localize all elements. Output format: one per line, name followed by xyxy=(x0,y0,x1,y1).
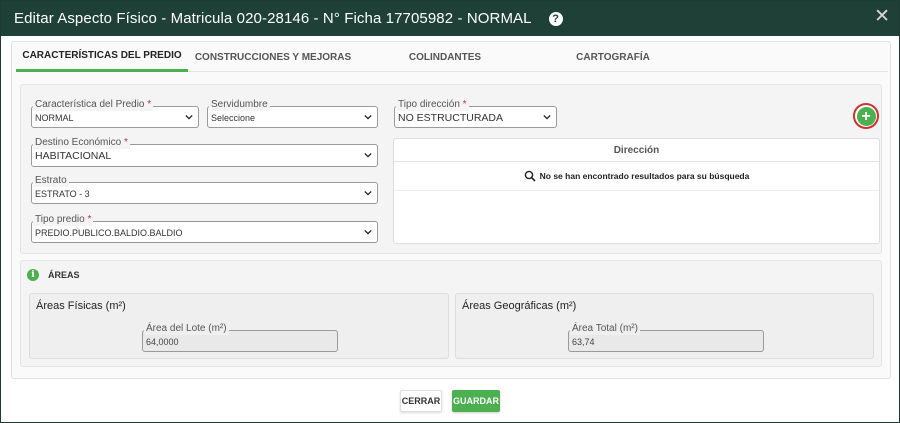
required-mark: * xyxy=(87,214,92,225)
chevron-down-icon xyxy=(543,114,551,120)
tipo-predio-label: Tipo predio xyxy=(35,214,85,225)
dialog-content: CARACTERÍSTICAS DEL PREDIO CONSTRUCCIONE… xyxy=(11,41,891,379)
area-lote-field[interactable]: 64,0000 Área del Lote (m²) xyxy=(142,323,338,352)
estrato-value: ESTRATO - 3 xyxy=(35,189,90,199)
chevron-down-icon xyxy=(364,190,372,196)
help-icon[interactable]: ? xyxy=(548,11,563,26)
servidumbre-select[interactable]: Seleccione Servidumbre xyxy=(207,99,378,128)
tab-colindantes[interactable]: COLINDANTES xyxy=(358,42,532,72)
tipo-predio-select[interactable]: PREDIO.PUBLICO.BALDIO.BALDIO Tipo predio… xyxy=(31,214,378,243)
tipo-direccion-value: NO ESTRUCTURADA xyxy=(398,112,504,124)
caracteristica-label: Característica del Predio xyxy=(35,99,145,110)
tab-cartografia[interactable]: CARTOGRAFÍA xyxy=(532,42,694,72)
chevron-down-icon xyxy=(364,229,372,235)
chevron-down-icon xyxy=(364,114,372,120)
areas-title: ÁREAS xyxy=(48,270,80,280)
caracteristicas-panel: NORMAL Característica del Predio * Selec… xyxy=(20,84,882,254)
area-total-value: 63,74 xyxy=(572,337,595,347)
area-total-field[interactable]: 63,74 Área Total (m²) xyxy=(568,323,764,352)
areas-geograficas-card: Áreas Geográficas (m²) 63,74 Área Total … xyxy=(455,293,874,359)
caracteristica-value: NORMAL xyxy=(35,113,74,123)
servidumbre-label: Servidumbre xyxy=(209,99,270,111)
area-lote-value: 64,0000 xyxy=(146,337,179,347)
destino-select[interactable]: HABITACIONAL Destino Económico * xyxy=(31,137,378,167)
tipo-direccion-label: Tipo dirección xyxy=(398,99,460,110)
cerrar-button[interactable]: CERRAR xyxy=(400,390,442,412)
tab-construcciones[interactable]: CONSTRUCCIONES Y MEJORAS xyxy=(188,42,358,72)
required-mark: * xyxy=(123,137,128,148)
servidumbre-value: Seleccione xyxy=(211,113,256,123)
tipo-direccion-select[interactable]: NO ESTRUCTURADA Tipo dirección * xyxy=(394,99,557,128)
areas-fisicas-title: Áreas Físicas (m²) xyxy=(36,300,126,312)
areas-header: i ÁREAS xyxy=(27,269,80,281)
required-mark: * xyxy=(462,99,467,110)
plus-icon: + xyxy=(856,106,876,126)
caracteristica-select[interactable]: NORMAL Característica del Predio * xyxy=(31,99,199,128)
estrato-label: Estrato xyxy=(33,175,69,187)
tab-bar: CARACTERÍSTICAS DEL PREDIO CONSTRUCCIONE… xyxy=(16,42,888,72)
tab-caracteristicas[interactable]: CARACTERÍSTICAS DEL PREDIO xyxy=(16,42,188,72)
guardar-button[interactable]: GUARDAR xyxy=(452,390,500,412)
chevron-down-icon xyxy=(364,152,372,158)
destino-value: HABITACIONAL xyxy=(35,150,112,162)
areas-fisicas-card: Áreas Físicas (m²) 64,0000 Área del Lote… xyxy=(29,293,449,359)
dialog-title: Editar Aspecto Físico - Matricula 020-28… xyxy=(14,10,532,27)
direccion-table: Dirección No se han encontrado resultado… xyxy=(393,138,880,244)
empty-message: No se han encontrado resultados para su … xyxy=(539,171,750,181)
area-lote-label: Área del Lote (m²) xyxy=(144,323,229,335)
close-icon[interactable]: ✕ xyxy=(874,7,890,27)
destino-label: Destino Económico xyxy=(35,137,122,148)
edit-dialog: Editar Aspecto Físico - Matricula 020-28… xyxy=(0,0,900,423)
add-direccion-button[interactable]: + xyxy=(853,103,879,129)
areas-geograficas-title: Áreas Geográficas (m²) xyxy=(462,300,577,312)
dialog-titlebar: Editar Aspecto Físico - Matricula 020-28… xyxy=(1,1,899,36)
empty-results-row: No se han encontrado resultados para su … xyxy=(394,162,879,191)
area-total-label: Área Total (m²) xyxy=(570,323,640,335)
required-mark: * xyxy=(147,99,152,110)
info-icon: i xyxy=(27,269,39,281)
estrato-select[interactable]: ESTRATO - 3 Estrato xyxy=(31,175,378,204)
areas-panel: i ÁREAS Áreas Físicas (m²) 64,0000 Área … xyxy=(20,260,882,367)
tipo-predio-value: PREDIO.PUBLICO.BALDIO.BALDIO xyxy=(35,228,183,238)
search-icon xyxy=(524,170,536,182)
direccion-header: Dirección xyxy=(394,139,879,162)
chevron-down-icon xyxy=(185,114,193,120)
